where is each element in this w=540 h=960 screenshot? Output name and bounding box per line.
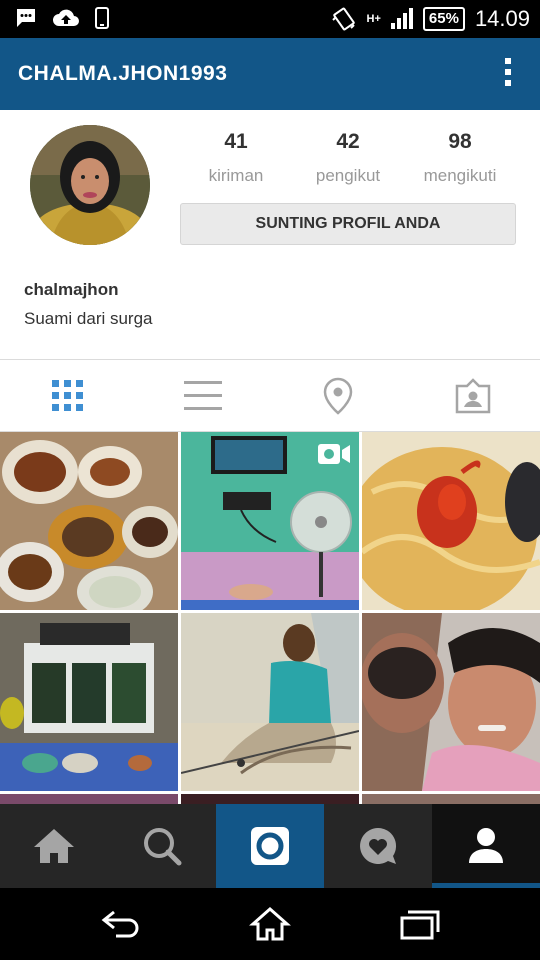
- stat-posts[interactable]: 41 kiriman: [180, 128, 292, 186]
- profile-handle-title: CHALMA.JHON1993: [18, 62, 228, 85]
- stat-following-count: 98: [448, 130, 472, 153]
- chat-bubble-icon: [17, 9, 35, 27]
- grid-photo[interactable]: [0, 613, 178, 791]
- profile-icon: [469, 828, 503, 863]
- grid-photo[interactable]: [0, 432, 178, 610]
- vibrate-icon: [331, 7, 355, 31]
- photo-grid: [0, 432, 540, 804]
- grid-photo[interactable]: [181, 613, 359, 791]
- stat-followers[interactable]: 42 pengikut: [292, 128, 404, 186]
- home-icon: [34, 829, 74, 863]
- tagged-photos-icon: [455, 377, 490, 413]
- recent-apps-icon[interactable]: [398, 906, 442, 942]
- stat-following[interactable]: 98 mengikuti: [404, 128, 516, 186]
- overflow-menu-icon[interactable]: [502, 58, 514, 92]
- grid-photo[interactable]: [0, 794, 178, 804]
- tab-grid-view[interactable]: [0, 360, 135, 431]
- home-button-icon[interactable]: [248, 906, 292, 942]
- search-icon: [144, 828, 182, 866]
- location-pin-icon: [323, 377, 352, 415]
- grid-icon: [51, 379, 83, 411]
- tab-map-view[interactable]: [270, 360, 405, 431]
- back-icon[interactable]: [100, 906, 144, 942]
- profile-header: 41 kiriman 42 pengikut 98 mengikuti SUNT…: [0, 110, 540, 360]
- grid-photo[interactable]: [362, 432, 540, 610]
- activity-heart-icon: [360, 828, 397, 864]
- avatar[interactable]: [30, 125, 150, 245]
- view-tabs: [0, 360, 540, 432]
- nav-profile[interactable]: [432, 804, 540, 888]
- list-icon: [183, 380, 222, 410]
- profile-bio: Suami dari surga: [24, 309, 153, 328]
- nav-home[interactable]: [0, 804, 108, 888]
- profile-stats: 41 kiriman 42 pengikut 98 mengikuti: [180, 128, 516, 186]
- tab-list-view[interactable]: [135, 360, 270, 431]
- battery-indicator: 65%: [422, 7, 465, 31]
- profile-username: chalmajhon: [24, 280, 119, 299]
- stat-followers-count: 42: [336, 130, 360, 153]
- tab-tagged-view[interactable]: [405, 360, 540, 431]
- signal-icon: [390, 8, 413, 29]
- nav-search[interactable]: [108, 804, 216, 888]
- grid-photo[interactable]: [362, 613, 540, 791]
- clock: 14.09: [474, 6, 530, 31]
- edit-profile-button[interactable]: SUNTING PROFIL ANDA: [180, 203, 516, 245]
- stat-following-label: mengikuti: [423, 166, 497, 185]
- system-navigation-bar: [0, 888, 540, 960]
- phone-icon: [95, 7, 109, 29]
- cloud-upload-icon: [53, 9, 79, 26]
- grid-photo[interactable]: [362, 794, 540, 804]
- stat-followers-label: pengikut: [315, 166, 381, 185]
- grid-photo[interactable]: [181, 794, 359, 804]
- grid-video[interactable]: [181, 432, 359, 610]
- network-type: H+: [366, 12, 381, 25]
- nav-camera[interactable]: [216, 804, 324, 888]
- status-bar: H+ 65% 14.09: [0, 0, 540, 38]
- camera-icon: [251, 827, 289, 865]
- stat-posts-label: kiriman: [208, 166, 264, 185]
- nav-activity[interactable]: [324, 804, 432, 888]
- stat-posts-count: 41: [224, 130, 248, 153]
- bottom-navigation: [0, 804, 540, 888]
- app-bar: CHALMA.JHON1993: [0, 38, 540, 110]
- video-camera-icon: [318, 444, 350, 464]
